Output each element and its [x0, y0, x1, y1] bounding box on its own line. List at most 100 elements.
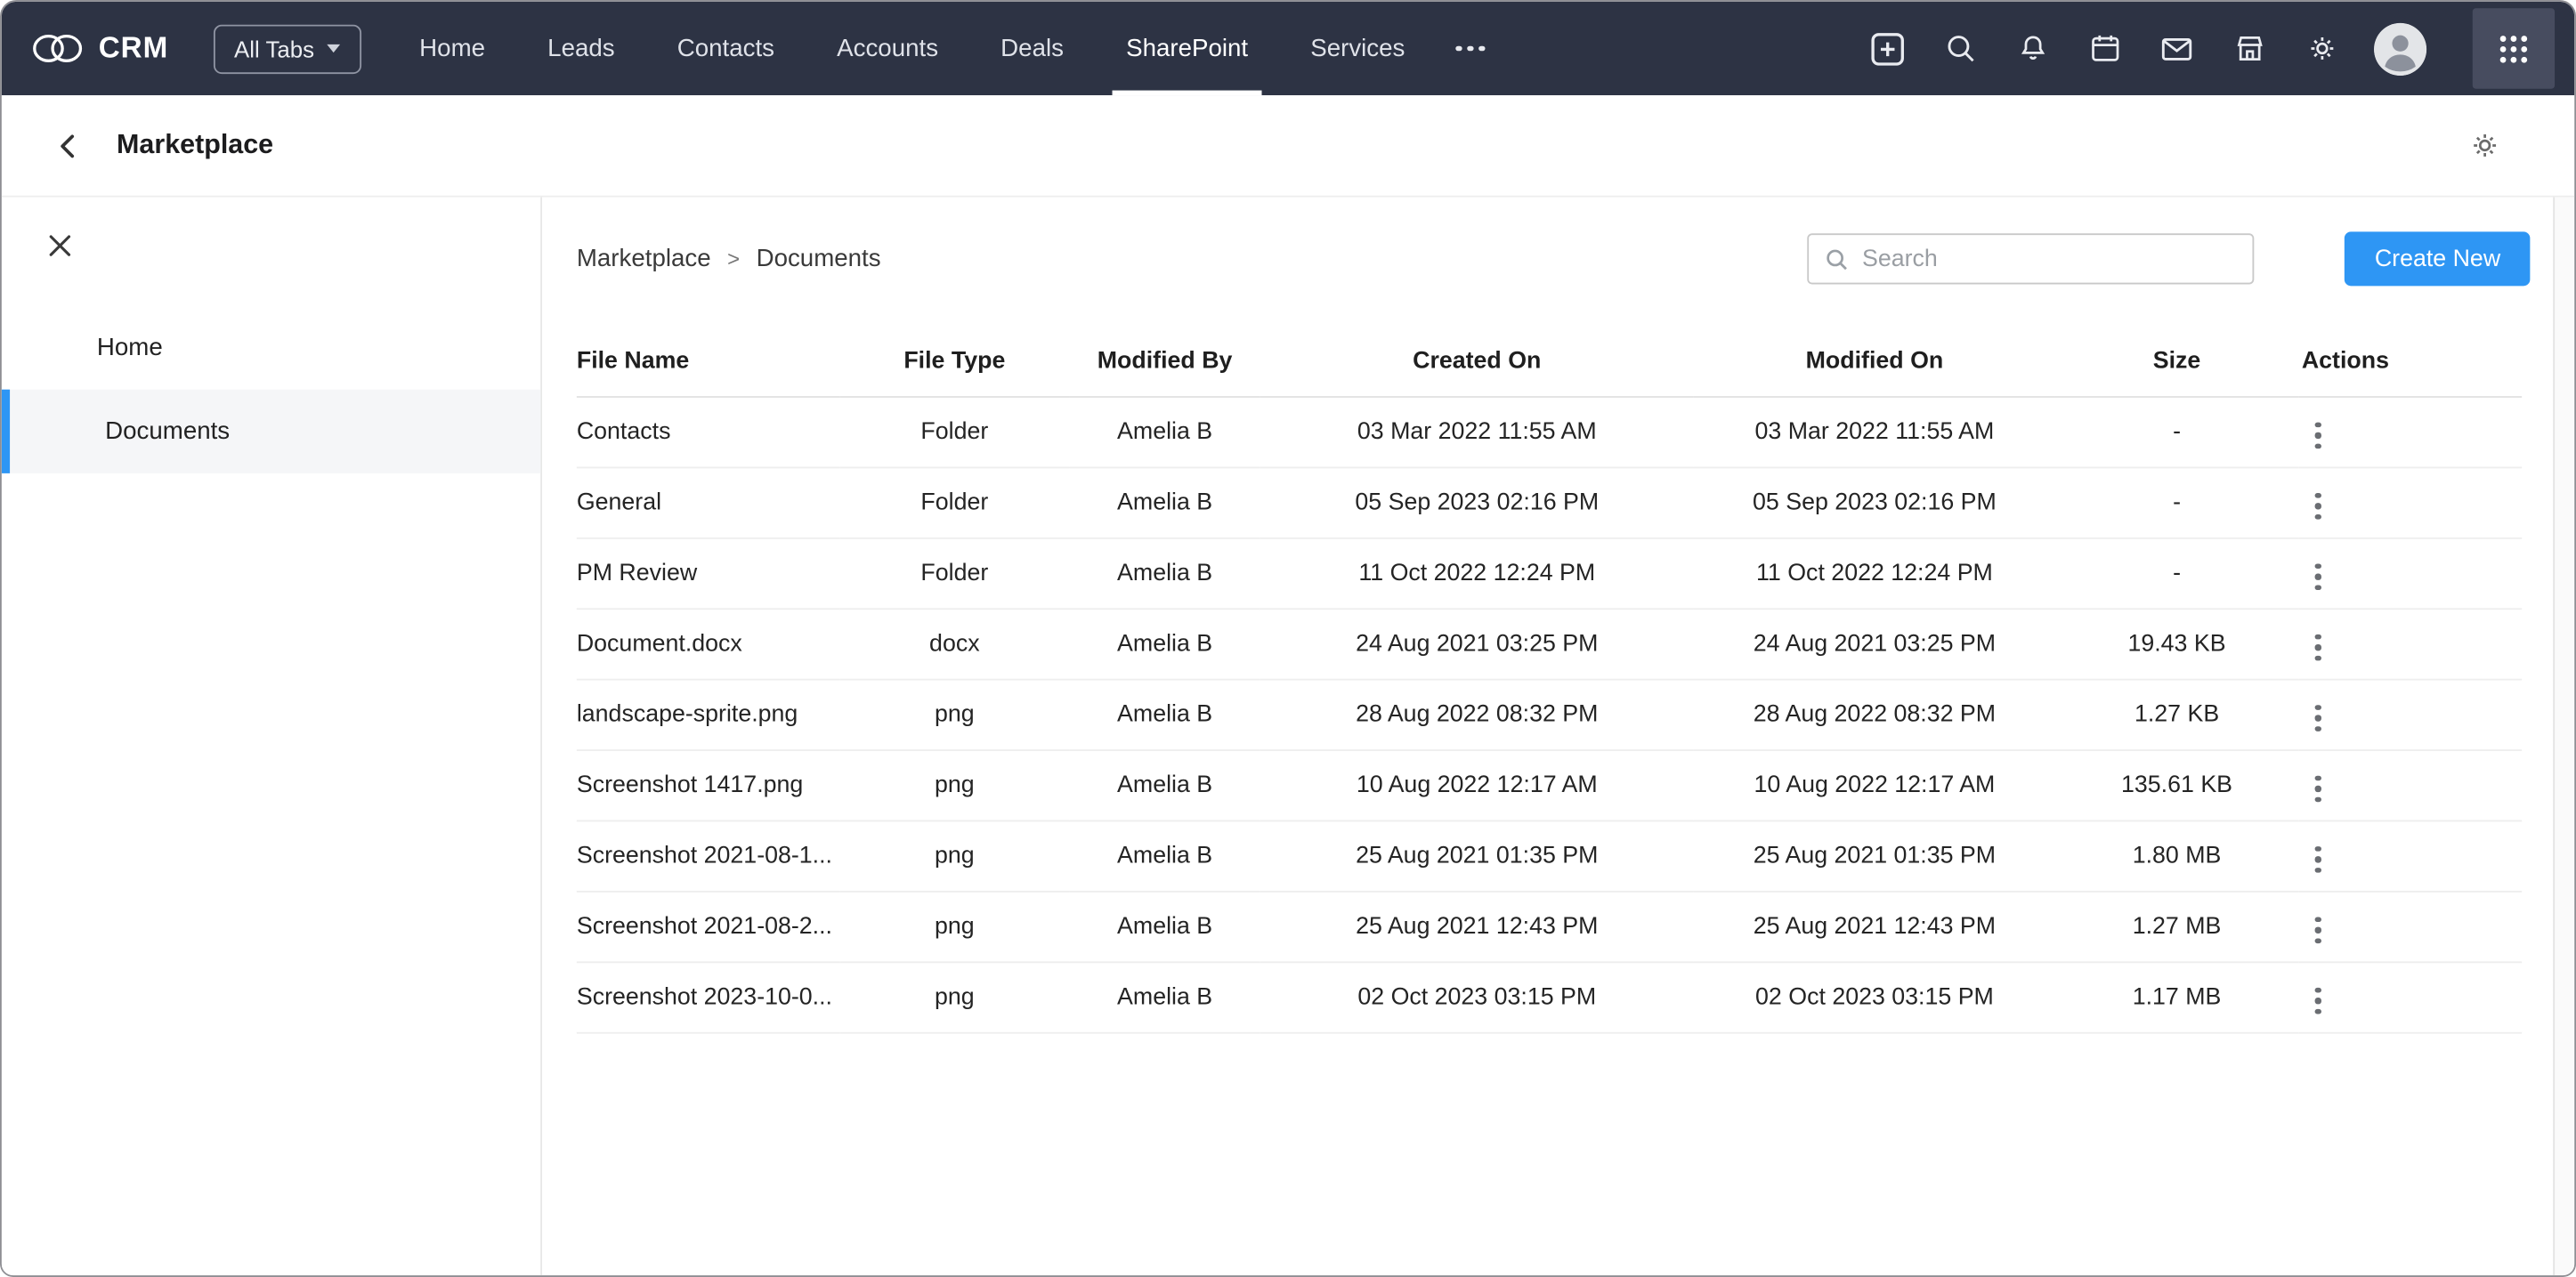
nav-item-services[interactable]: Services — [1279, 2, 1436, 95]
table-row: Screenshot 2021-08-1...pngAmelia B25 Aug… — [577, 820, 2522, 891]
table-row: ContactsFolderAmelia B03 Mar 2022 11:55 … — [577, 397, 2522, 467]
nav-item-sharepoint[interactable]: SharePoint — [1095, 2, 1279, 95]
mail-icon[interactable] — [2157, 28, 2196, 68]
sidebar-item-documents[interactable]: Documents — [2, 390, 540, 473]
breadcrumb-root-link[interactable]: Marketplace — [577, 245, 711, 272]
modified-by-cell: Amelia B — [1070, 892, 1260, 962]
row-actions-button[interactable] — [2302, 837, 2334, 881]
table-row: landscape-sprite.pngpngAmelia B28 Aug 20… — [577, 680, 2522, 750]
row-actions-button[interactable] — [2302, 626, 2334, 669]
table-row: Document.docxdocxAmelia B24 Aug 2021 03:… — [577, 609, 2522, 679]
vertical-dots-icon — [2315, 634, 2321, 660]
search-icon[interactable] — [1940, 28, 1980, 68]
marketplace-store-icon[interactable] — [2230, 28, 2269, 68]
breadcrumb-separator: > — [727, 247, 740, 271]
column-header-actions: Actions — [2298, 328, 2522, 397]
breadcrumb: Marketplace > Documents — [577, 245, 881, 272]
modified-by-cell: Amelia B — [1070, 538, 1260, 609]
file-name-cell[interactable]: PM Review — [577, 538, 839, 609]
sidebar-panel: HomeDocuments — [2, 198, 542, 1276]
row-actions-button[interactable] — [2302, 413, 2334, 457]
size-cell: - — [2055, 397, 2298, 467]
column-header-modified-on: Modified On — [1694, 328, 2055, 397]
table-row: GeneralFolderAmelia B05 Sep 2023 02:16 P… — [577, 467, 2522, 537]
vertical-scrollbar[interactable] — [2553, 198, 2574, 1276]
file-name-cell[interactable]: Screenshot 1417.png — [577, 750, 839, 820]
size-cell: - — [2055, 467, 2298, 537]
modified-by-cell: Amelia B — [1070, 962, 1260, 1032]
size-cell: 1.27 MB — [2055, 892, 2298, 962]
row-actions-button[interactable] — [2302, 696, 2334, 740]
search-input[interactable] — [1862, 246, 2239, 272]
actions-cell — [2298, 820, 2522, 891]
modified-by-cell: Amelia B — [1070, 750, 1260, 820]
file-name-cell[interactable]: General — [577, 467, 839, 537]
chevron-down-icon — [328, 44, 341, 53]
created-on-cell: 25 Aug 2021 01:35 PM — [1260, 820, 1694, 891]
modified-on-cell: 11 Oct 2022 12:24 PM — [1694, 538, 2055, 609]
vertical-dots-icon — [2315, 845, 2321, 872]
actions-cell — [2298, 892, 2522, 962]
modified-on-cell: 10 Aug 2022 12:17 AM — [1694, 750, 2055, 820]
file-name-cell[interactable]: Screenshot 2023-10-0... — [577, 962, 839, 1032]
size-cell: 19.43 KB — [2055, 609, 2298, 679]
file-name-cell[interactable]: Contacts — [577, 397, 839, 467]
row-actions-button[interactable] — [2302, 484, 2334, 528]
crm-logo-icon — [31, 28, 84, 68]
row-actions-button[interactable] — [2302, 908, 2334, 951]
file-name-cell[interactable]: Screenshot 2021-08-1... — [577, 820, 839, 891]
column-header-file-name: File Name — [577, 328, 839, 397]
modified-by-cell: Amelia B — [1070, 397, 1260, 467]
row-actions-button[interactable] — [2302, 979, 2334, 1022]
nav-item-leads[interactable]: Leads — [516, 2, 646, 95]
nav-item-contacts[interactable]: Contacts — [646, 2, 806, 95]
modified-on-cell: 02 Oct 2023 03:15 PM — [1694, 962, 2055, 1032]
calendar-icon[interactable] — [2085, 28, 2124, 68]
sidebar-item-home[interactable]: Home — [2, 306, 540, 390]
more-tabs-icon — [1456, 45, 1485, 51]
actions-cell — [2298, 397, 2522, 467]
size-cell: 135.61 KB — [2055, 750, 2298, 820]
created-on-cell: 02 Oct 2023 03:15 PM — [1260, 962, 1694, 1032]
file-name-cell[interactable]: Document.docx — [577, 609, 839, 679]
nav-item-accounts[interactable]: Accounts — [806, 2, 969, 95]
all-tabs-dropdown[interactable]: All Tabs — [213, 24, 362, 73]
page-settings-gear-icon[interactable] — [2465, 125, 2504, 165]
modified-on-cell: 03 Mar 2022 11:55 AM — [1694, 397, 2055, 467]
user-avatar[interactable] — [2374, 22, 2426, 75]
column-header-size: Size — [2055, 328, 2298, 397]
file-name-cell[interactable]: Screenshot 2021-08-2... — [577, 892, 839, 962]
nav-item-deals[interactable]: Deals — [969, 2, 1095, 95]
add-new-icon[interactable] — [1868, 28, 1908, 68]
column-header-created-on: Created On — [1260, 328, 1694, 397]
content-panel: Marketplace > Documents Create New — [542, 198, 2553, 1276]
create-new-button[interactable]: Create New — [2345, 231, 2531, 286]
vertical-dots-icon — [2315, 917, 2321, 943]
vertical-dots-icon — [2315, 704, 2321, 731]
size-cell: 1.80 MB — [2055, 820, 2298, 891]
settings-gear-icon[interactable] — [2302, 28, 2341, 68]
close-icon[interactable] — [41, 227, 77, 263]
created-on-cell: 03 Mar 2022 11:55 AM — [1260, 397, 1694, 467]
file-name-cell[interactable]: landscape-sprite.png — [577, 680, 839, 750]
file-type-cell: Folder — [839, 397, 1069, 467]
created-on-cell: 11 Oct 2022 12:24 PM — [1260, 538, 1694, 609]
vertical-dots-icon — [2315, 775, 2321, 802]
more-tabs-button[interactable] — [1436, 2, 1504, 95]
row-actions-button[interactable] — [2302, 554, 2334, 598]
topbar-actions — [1868, 8, 2556, 88]
apps-grid-button[interactable] — [2473, 8, 2555, 88]
notifications-bell-icon[interactable] — [2013, 28, 2052, 68]
sidebar-nav: HomeDocuments — [2, 306, 540, 473]
column-header-modified-by: Modified By — [1070, 328, 1260, 397]
created-on-cell: 05 Sep 2023 02:16 PM — [1260, 467, 1694, 537]
actions-cell — [2298, 609, 2522, 679]
row-actions-button[interactable] — [2302, 767, 2334, 811]
modified-on-cell: 24 Aug 2021 03:25 PM — [1694, 609, 2055, 679]
file-type-cell: png — [839, 892, 1069, 962]
back-arrow-icon[interactable] — [51, 127, 87, 164]
documents-table: File NameFile TypeModified ByCreated OnM… — [577, 328, 2522, 1033]
nav-item-home[interactable]: Home — [388, 2, 516, 95]
size-cell: - — [2055, 538, 2298, 609]
actions-cell — [2298, 467, 2522, 537]
